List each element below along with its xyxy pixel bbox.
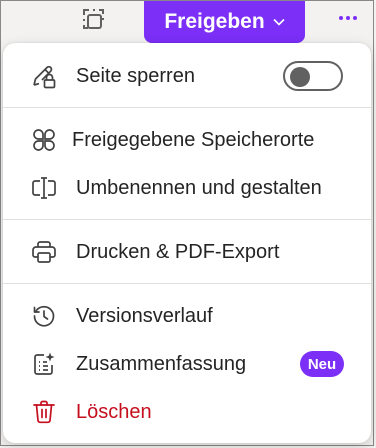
divider <box>3 219 371 220</box>
rename-icon <box>32 177 56 199</box>
menu-item-label: Löschen <box>76 401 152 423</box>
share-button[interactable]: Freigeben <box>144 1 305 43</box>
pencil-lock-icon <box>33 65 56 89</box>
divider <box>3 283 371 284</box>
share-button-label: Freigeben <box>164 10 265 33</box>
history-icon <box>33 305 55 327</box>
app-frame: Freigeben Seite sperren Freigegebene Spe… <box>0 0 374 446</box>
chevron-down-icon <box>273 18 285 26</box>
menu-item-label: Seite sperren <box>76 65 195 87</box>
lock-page-toggle[interactable] <box>283 61 343 91</box>
menu-item-label: Freigegebene Speicherorte <box>72 129 315 151</box>
new-badge: Neu <box>300 351 344 377</box>
menu-item-print-pdf[interactable]: Drucken & PDF-Export <box>3 229 371 275</box>
summary-sparkle-icon <box>34 352 55 375</box>
menu-item-version-history[interactable]: Versionsverlauf <box>3 293 371 339</box>
toggle-knob <box>290 67 310 87</box>
page-options-menu: Seite sperren Freigegebene Speicherorte <box>3 43 371 443</box>
menu-item-shared-locations[interactable]: Freigegebene Speicherorte <box>3 117 371 163</box>
more-icon <box>339 16 357 20</box>
menu-item-label: Zusammenfassung <box>76 353 247 375</box>
menu-item-delete[interactable]: Löschen <box>3 389 371 435</box>
menu-item-lock-page[interactable]: Seite sperren <box>3 53 371 99</box>
printer-icon <box>32 241 56 263</box>
menu-item-label: Umbenennen und gestalten <box>76 177 322 199</box>
menu-item-label: Versionsverlauf <box>76 305 213 327</box>
menu-item-label: Drucken & PDF-Export <box>76 241 280 263</box>
divider <box>3 107 371 108</box>
menu-item-rename-design[interactable]: Umbenennen und gestalten <box>3 165 371 211</box>
shared-locations-icon <box>33 129 55 151</box>
menu-item-summary[interactable]: Zusammenfassung Neu <box>3 341 371 387</box>
trash-icon <box>33 400 55 424</box>
selection-icon[interactable] <box>81 6 107 32</box>
more-options-button[interactable] <box>335 7 361 29</box>
